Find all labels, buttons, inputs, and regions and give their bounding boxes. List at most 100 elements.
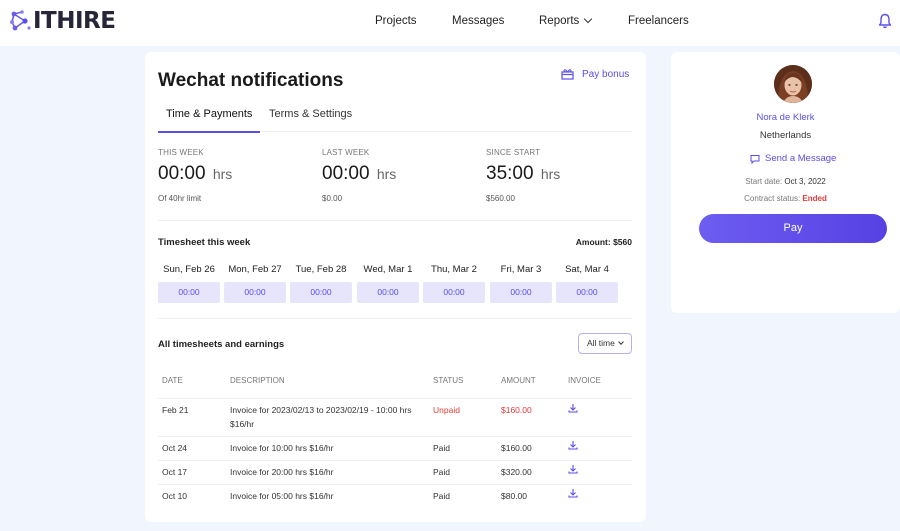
- row-status: Paid: [433, 491, 451, 501]
- nav-freelancers[interactable]: Freelancers: [628, 15, 689, 27]
- row-amount: $320.00: [501, 467, 532, 477]
- freelancer-name[interactable]: Nora de Klerk: [671, 112, 900, 123]
- stat-since-start: SINCE START 35:00 hrs $560.00: [486, 148, 560, 203]
- profile-photo: [774, 65, 812, 103]
- download-icon[interactable]: [568, 488, 578, 498]
- send-message-button[interactable]: Send a Message: [750, 153, 836, 164]
- stat-unit: hrs: [540, 166, 561, 182]
- day-hours-cell[interactable]: 00:00: [357, 282, 419, 303]
- download-icon[interactable]: [568, 440, 578, 450]
- chevron-down-icon: [618, 339, 624, 345]
- day-column: Sat, Mar 4 00:00: [556, 264, 618, 303]
- time-filter-select[interactable]: All time: [578, 333, 632, 354]
- brand-logo[interactable]: ITHIRE: [8, 8, 116, 34]
- day-column: Sun, Feb 26 00:00: [158, 264, 220, 303]
- tab-time-payments[interactable]: Time & Payments: [158, 108, 261, 133]
- row-description: Invoice for 2023/02/13 to 2023/02/19 - 1…: [230, 405, 412, 429]
- row-amount: $80.00: [501, 491, 527, 501]
- column-header-invoice: INVOICE: [568, 376, 601, 385]
- day-column: Thu, Mar 2 00:00: [423, 264, 485, 303]
- day-label: Mon, Feb 27: [228, 264, 282, 275]
- chevron-down-icon: [584, 14, 593, 24]
- bell-icon[interactable]: [878, 13, 892, 29]
- logo-mark-icon: [10, 10, 31, 31]
- day-column: Fri, Mar 3 00:00: [490, 264, 552, 303]
- stat-number: 00:00: [158, 163, 206, 184]
- row-date: Feb 21: [162, 405, 189, 415]
- day-label: Fri, Mar 3: [500, 264, 542, 275]
- stat-unit: hrs: [212, 166, 233, 182]
- send-message-label: Send a Message: [765, 153, 837, 164]
- stat-number: 00:00: [322, 163, 370, 184]
- day-hours-cell[interactable]: 00:00: [224, 282, 286, 303]
- pay-bonus-button[interactable]: Pay bonus: [561, 68, 629, 80]
- day-hours-cell[interactable]: 00:00: [556, 282, 618, 303]
- row-description: Invoice for 20:00 hrs $16/hr: [230, 467, 334, 477]
- divider: [158, 220, 632, 221]
- nav-reports[interactable]: Reports: [539, 14, 593, 27]
- day-column: Tue, Feb 28 00:00: [290, 264, 352, 303]
- download-icon[interactable]: [568, 464, 578, 474]
- tab-terms-settings[interactable]: Terms & Settings: [269, 108, 352, 131]
- contract-card: Wechat notifications Pay bonus Time & Pa…: [145, 52, 646, 522]
- day-label: Thu, Mar 2: [431, 264, 477, 275]
- nav-messages[interactable]: Messages: [452, 15, 504, 27]
- stat-value: 00:00 hrs: [158, 163, 232, 185]
- stat-unit: hrs: [376, 166, 397, 182]
- download-icon[interactable]: [568, 403, 578, 413]
- row-divider: [158, 484, 632, 485]
- row-amount: $160.00: [501, 443, 532, 453]
- time-filter-value: All time: [587, 338, 615, 348]
- freelancer-country: Netherlands: [759, 130, 812, 141]
- stat-label: THIS WEEK: [158, 148, 204, 157]
- stat-subtext: Of 40hr limit: [158, 194, 202, 203]
- day-hours-cell[interactable]: 00:00: [423, 282, 485, 303]
- top-navbar: ITHIRE Projects Messages Reports Freelan…: [0, 0, 900, 46]
- contract-status-value: Ended: [802, 194, 827, 203]
- day-label: Sat, Mar 4: [565, 264, 609, 275]
- freelancer-card: Nora de Klerk Netherlands Send a Message…: [671, 52, 900, 313]
- row-amount: $160.00: [501, 405, 532, 415]
- stat-label: SINCE START: [486, 148, 541, 157]
- stat-subtext: $560.00: [486, 194, 515, 203]
- start-date-label: Start date:: [745, 177, 783, 186]
- stat-value: 35:00 hrs: [486, 163, 560, 185]
- row-description: Invoice for 10:00 hrs $16/hr: [230, 443, 334, 453]
- contract-status: Contract status: Ended: [671, 194, 900, 203]
- timesheet-amount: Amount: $560: [575, 237, 632, 247]
- pay-button[interactable]: Pay: [699, 214, 887, 243]
- start-date: Start date: Oct 3, 2022: [671, 177, 900, 186]
- page-title: Wechat notifications: [158, 70, 344, 91]
- row-status: Unpaid: [433, 405, 460, 415]
- row-divider: [158, 460, 632, 461]
- row-date: Oct 17: [162, 467, 188, 477]
- column-header-date: DATE: [162, 376, 183, 385]
- brand-name: ITHIRE: [33, 8, 116, 34]
- column-header-description: DESCRIPTION: [230, 376, 285, 385]
- stat-number: 35:00: [486, 163, 534, 184]
- day-label: Tue, Feb 28: [295, 264, 347, 275]
- gift-icon: [561, 69, 574, 80]
- day-label: Wed, Mar 1: [363, 264, 413, 275]
- row-date: Oct 24: [162, 443, 188, 453]
- row-divider: [158, 436, 632, 437]
- chat-icon: [750, 154, 760, 164]
- divider: [158, 318, 632, 319]
- day-hours-cell[interactable]: 00:00: [490, 282, 552, 303]
- avatar[interactable]: [774, 65, 812, 103]
- row-date: Oct 10: [162, 491, 188, 501]
- day-hours-cell[interactable]: 00:00: [290, 282, 352, 303]
- earnings-title: All timesheets and earnings: [158, 339, 285, 350]
- timesheet-title: Timesheet this week: [158, 237, 251, 248]
- tab-bar: Time & Payments Terms & Settings: [158, 102, 632, 133]
- day-column: Wed, Mar 1 00:00: [357, 264, 419, 303]
- stat-label: LAST WEEK: [322, 148, 370, 157]
- stat-subtext: $0.00: [322, 194, 343, 203]
- nav-projects[interactable]: Projects: [375, 15, 417, 27]
- row-description: Invoice for 05:00 hrs $16/hr: [230, 491, 334, 501]
- day-label: Sun, Feb 26: [163, 264, 215, 275]
- row-status: Paid: [433, 443, 451, 453]
- day-hours-cell[interactable]: 00:00: [158, 282, 220, 303]
- row-status: Paid: [433, 467, 451, 477]
- contract-status-label: Contract status:: [744, 194, 801, 203]
